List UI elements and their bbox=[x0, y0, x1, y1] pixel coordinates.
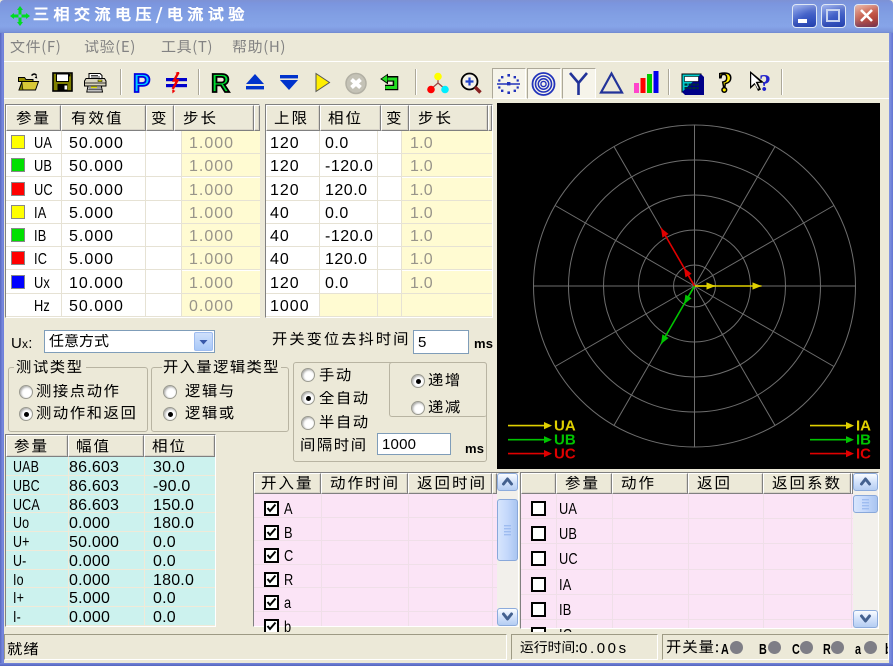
svg-text:?: ? bbox=[759, 71, 771, 96]
svg-text:?: ? bbox=[718, 68, 733, 97]
svg-text:IC: IC bbox=[856, 446, 871, 463]
svg-text:UC: UC bbox=[554, 446, 576, 463]
svg-text:P: P bbox=[133, 69, 150, 96]
svg-text:R: R bbox=[211, 69, 230, 96]
